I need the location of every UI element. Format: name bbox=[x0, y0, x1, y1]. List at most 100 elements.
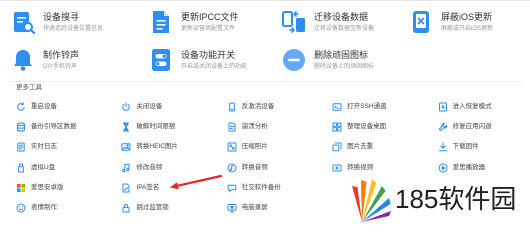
tool-label: 转换视频 bbox=[347, 163, 374, 171]
card-text: 更新IPCC文件更新运营商配置文件 bbox=[181, 12, 239, 33]
log-icon bbox=[16, 142, 26, 152]
card-subtitle: 屏蔽或开启iOS更新 bbox=[441, 25, 494, 32]
deactivate-icon bbox=[227, 102, 237, 112]
repair-icon bbox=[438, 122, 448, 132]
ipa-sign-icon bbox=[121, 183, 131, 193]
player-icon bbox=[438, 163, 448, 173]
card-title: 删除顽固图标 bbox=[314, 49, 369, 60]
tool-audio-convert[interactable]: 转换音频 bbox=[227, 158, 332, 178]
tool-audio-edit[interactable]: 修改音频 bbox=[121, 158, 226, 178]
firmware-download-icon bbox=[438, 142, 448, 152]
tool-label: IPA签名 bbox=[136, 183, 160, 191]
card-subtitle: 更新运营商配置文件 bbox=[181, 25, 236, 32]
tool-card-data-migration[interactable]: 迁移设备数据迁移设备数据至新设备 bbox=[281, 3, 408, 41]
tool-hourglass[interactable]: 破解时间限额 bbox=[121, 117, 226, 137]
tool-label: 修改音频 bbox=[136, 163, 163, 171]
tool-label: 反激活设备 bbox=[241, 103, 275, 111]
tool-skip-lock[interactable]: 跳过监管锁 bbox=[121, 198, 226, 218]
tool-label: 社交软件备份 bbox=[241, 183, 281, 191]
ipcc-file-icon bbox=[148, 9, 174, 35]
toolbox-panel: 设备搜寻 快速追踪设备位置信息 更新IPCC文件 更新运营商配置文件 迁移设备数据 迁移设… bbox=[0, 0, 530, 223]
tool-ssh[interactable]: 打开SSH通道 bbox=[332, 97, 437, 117]
card-subtitle: 删除设备上的顽固图标 bbox=[314, 63, 375, 70]
tool-screen-record[interactable]: 电脑录屏 bbox=[227, 198, 332, 218]
tool-repair[interactable]: 修复应用闪退 bbox=[438, 117, 526, 137]
tool-recovery-mode[interactable]: 进入恢复模式 bbox=[438, 97, 526, 117]
device-search-icon bbox=[10, 9, 36, 35]
tool-heic-image[interactable]: 转换HEIC图片 bbox=[121, 137, 226, 157]
tool-card-feature-toggle[interactable]: 设备功能开关开启或关闭设备上的功能 bbox=[148, 41, 281, 79]
card-subtitle: 开启或关闭设备上的功能 bbox=[181, 63, 248, 70]
data-migration-icon bbox=[281, 9, 307, 35]
tool-android[interactable]: 爱思安卓版 bbox=[16, 178, 121, 198]
tool-label: 打开SSH通道 bbox=[347, 103, 387, 111]
card-subtitle: 快速追踪设备位置信息 bbox=[43, 25, 104, 32]
tool-label: 实时日志 bbox=[31, 143, 57, 151]
tool-label: 关闭设备 bbox=[136, 103, 163, 111]
featured-tools-grid: 设备搜寻 快速追踪设备位置信息 更新IPCC文件 更新运营商配置文件 迁移设备数据 迁移设… bbox=[10, 3, 526, 79]
card-title: 设备功能开关 bbox=[181, 49, 236, 60]
tool-label: 下载固件 bbox=[452, 143, 479, 151]
tool-restart[interactable]: 重启设备 bbox=[16, 97, 121, 117]
tool-video-convert[interactable]: 转换视频 bbox=[332, 158, 437, 178]
crash-analysis-icon bbox=[227, 122, 237, 132]
tool-card-ringtone[interactable]: 制作铃声 DIY手机铃声 bbox=[10, 41, 148, 79]
android-icon bbox=[16, 183, 26, 193]
tool-card-delete[interactable]: 删除顽固图标删除设备上的顽固图标 bbox=[281, 41, 408, 79]
tool-label: 表情制作 bbox=[31, 204, 57, 212]
card-text: 屏蔽iOS更新屏蔽或开启iOS更新 bbox=[441, 12, 493, 33]
card-subtitle: 迁移设备数据至新设备 bbox=[314, 25, 375, 32]
tool-label: 进入恢复模式 bbox=[452, 103, 492, 111]
hourglass-icon bbox=[121, 122, 131, 132]
tool-usb-drive[interactable]: 虚拟U盘 bbox=[16, 158, 121, 178]
tool-power[interactable]: 关闭设备 bbox=[121, 97, 226, 117]
tool-deactivate[interactable]: 反激活设备 bbox=[227, 97, 332, 117]
tool-label: 压缩照片 bbox=[241, 143, 268, 151]
recovery-mode-icon bbox=[438, 102, 448, 112]
tool-label: 备份引导区数据 bbox=[31, 123, 77, 131]
tool-label: 跳过监管锁 bbox=[136, 204, 169, 212]
card-title: 更新IPCC文件 bbox=[181, 11, 239, 22]
audio-convert-icon bbox=[227, 163, 237, 173]
feature-toggle-icon bbox=[148, 47, 174, 73]
tool-firmware-download[interactable]: 下载固件 bbox=[438, 137, 526, 157]
tool-log[interactable]: 实时日志 bbox=[16, 137, 121, 157]
card-title: 迁移设备数据 bbox=[314, 11, 369, 22]
tool-duplicate-image[interactable]: 图片去重 bbox=[332, 137, 437, 157]
tool-label: 崩溃分析 bbox=[241, 123, 268, 131]
tool-compress-photo[interactable]: 压缩照片 bbox=[227, 137, 332, 157]
top-border bbox=[0, 0, 530, 1]
ringtone-icon bbox=[10, 47, 36, 73]
tool-emoji[interactable]: 表情制作 bbox=[16, 198, 121, 218]
card-title: 设备搜寻 bbox=[43, 11, 80, 22]
restart-icon bbox=[16, 102, 26, 112]
tool-label: 虚拟U盘 bbox=[31, 163, 56, 171]
tool-card-device-search[interactable]: 设备搜寻快速追踪设备位置信息 bbox=[10, 3, 148, 41]
audio-edit-icon bbox=[121, 163, 131, 173]
card-subtitle: DIY手机铃声 bbox=[43, 63, 78, 70]
tool-ipa-sign[interactable]: IPA签名 bbox=[121, 178, 226, 198]
desktop-organize-icon bbox=[332, 122, 342, 132]
tool-player[interactable]: 爱思播放器 bbox=[438, 158, 526, 178]
card-title: 制作铃声 bbox=[43, 49, 80, 60]
tool-crash-analysis[interactable]: 崩溃分析 bbox=[227, 117, 332, 137]
card-text: 设备搜寻快速追踪设备位置信息 bbox=[43, 12, 103, 33]
tool-desktop-organize[interactable]: 整理设备桌面 bbox=[332, 117, 437, 137]
tool-social-backup[interactable]: 社交软件备份 bbox=[227, 178, 332, 198]
backup-icon bbox=[16, 122, 26, 132]
screen-record-icon bbox=[227, 203, 237, 213]
social-backup-icon bbox=[227, 183, 237, 193]
tool-backup[interactable]: 备份引导区数据 bbox=[16, 117, 121, 137]
tool-card-block-update[interactable]: 屏蔽iOS更新屏蔽或开启iOS更新 bbox=[408, 3, 526, 41]
compress-photo-icon bbox=[227, 142, 237, 152]
usb-drive-icon bbox=[16, 163, 26, 173]
tool-label: 爱思安卓版 bbox=[31, 183, 64, 191]
tool-label: 电脑录屏 bbox=[241, 204, 268, 212]
tool-label: 爱思播放器 bbox=[452, 163, 486, 171]
block-update-icon bbox=[408, 9, 434, 35]
tool-card-ipcc-file[interactable]: 更新IPCC文件更新运营商配置文件 bbox=[148, 3, 281, 41]
watermark-text: 185软件园 bbox=[395, 184, 517, 214]
card-text: 设备功能开关开启或关闭设备上的功能 bbox=[181, 50, 247, 71]
card-title: 屏蔽iOS更新 bbox=[441, 11, 493, 22]
tool-label: 修复应用闪退 bbox=[452, 123, 492, 131]
